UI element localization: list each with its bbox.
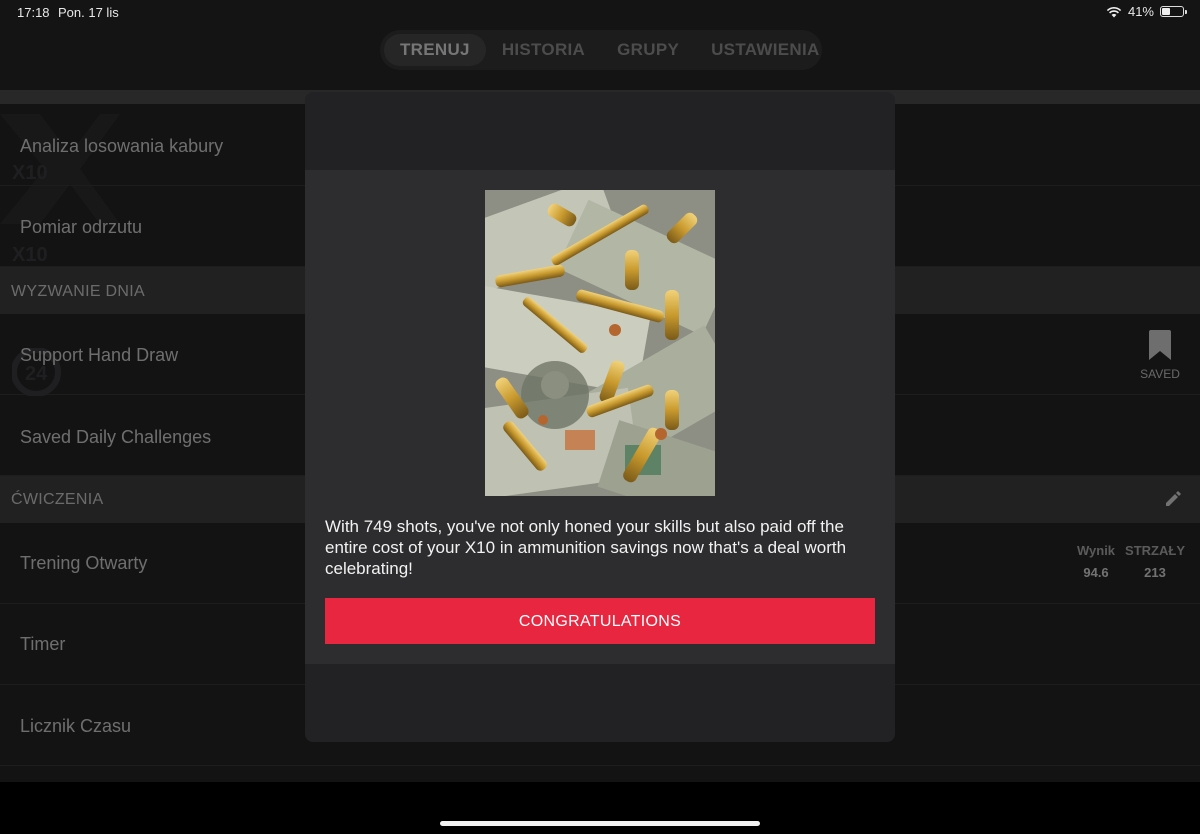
home-indicator[interactable] xyxy=(440,821,760,826)
money-and-bullets-image xyxy=(485,190,715,496)
battery-level xyxy=(1162,8,1171,15)
congratulations-button[interactable]: CONGRATULATIONS xyxy=(325,598,875,644)
status-right: 41% xyxy=(1106,4,1187,19)
status-time: 17:18 xyxy=(17,5,50,20)
photo-illustration xyxy=(485,190,715,496)
modal-body: With 749 shots, you've not only honed yo… xyxy=(305,170,895,664)
bottom-bar xyxy=(0,782,1200,834)
status-date: Pon. 17 lis xyxy=(58,5,119,20)
modal-message: With 749 shots, you've not only honed yo… xyxy=(325,517,847,578)
achievement-modal: With 749 shots, you've not only honed yo… xyxy=(305,92,895,742)
battery-percent: 41% xyxy=(1127,4,1154,19)
battery-icon xyxy=(1160,6,1187,17)
wifi-icon xyxy=(1106,6,1122,17)
status-bar: 17:18 Pon. 17 lis 41% xyxy=(0,0,1200,26)
